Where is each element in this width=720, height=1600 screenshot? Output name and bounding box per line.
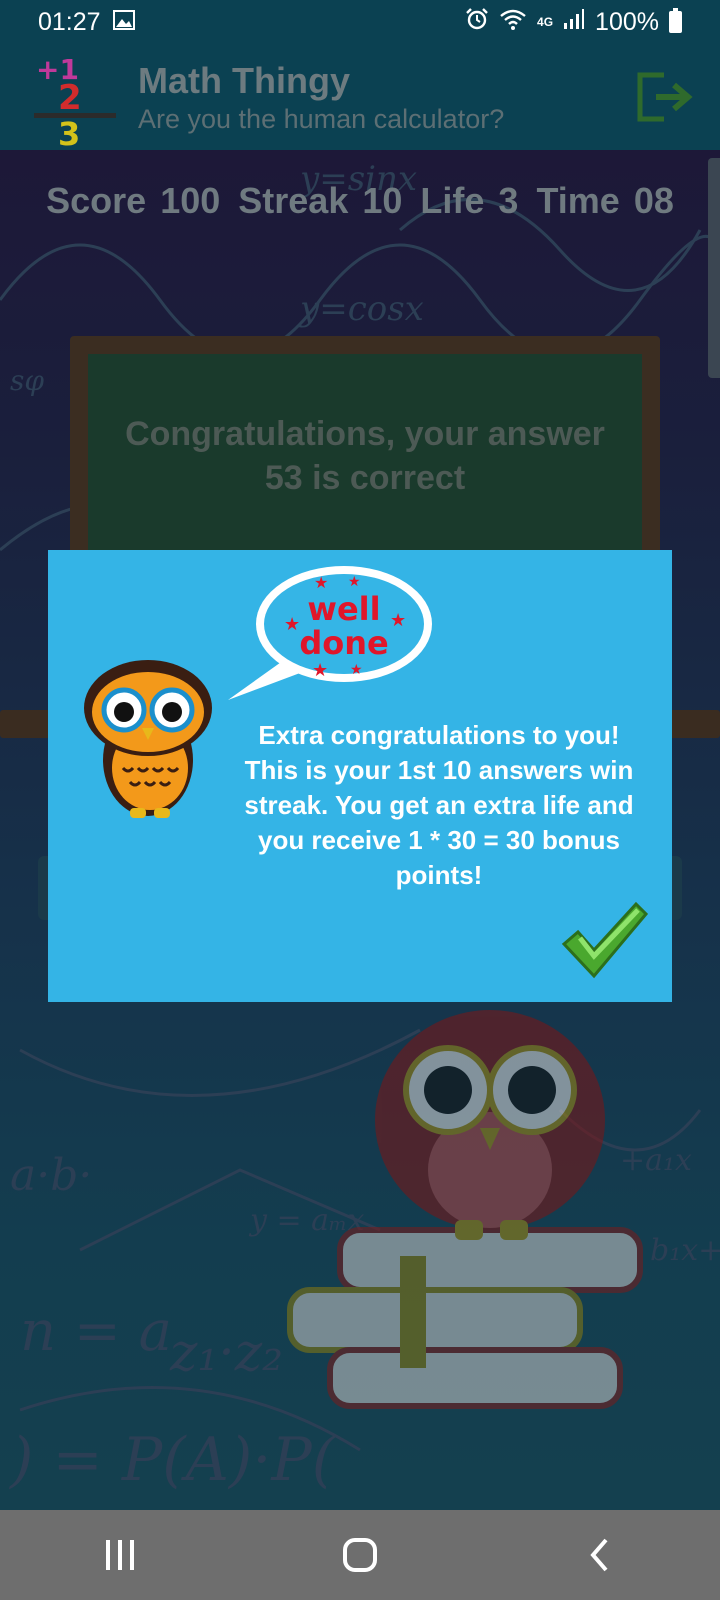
svg-text:n = a: n = a: [20, 1299, 172, 1364]
alarm-icon: [465, 7, 489, 38]
status-bar: 01:27 4G 100%: [0, 0, 720, 44]
confirm-button[interactable]: [558, 898, 649, 980]
svg-text:★: ★: [314, 573, 328, 592]
svg-text:z₁·z₂: z₁·z₂: [169, 1323, 283, 1383]
svg-text:b₁x+: b₁x+: [650, 1233, 720, 1268]
svg-text:y=cosx: y=cosx: [298, 289, 424, 329]
svg-text:★: ★: [390, 610, 406, 631]
svg-text:) = P(A)·P(: ) = P(A)·P(: [8, 1425, 337, 1495]
stats-row: Score 100 Streak 10 Life 3 Time 08: [0, 180, 720, 222]
svg-text:well: well: [307, 590, 380, 628]
result-line-2: 53 is correct: [264, 459, 466, 497]
app-bar: +1 2 3 Math Thingy Are you the human cal…: [0, 44, 720, 153]
home-icon: [343, 1538, 377, 1572]
svg-text:2: 2: [58, 78, 82, 118]
checkmark-icon: [561, 901, 649, 979]
svg-text:sφ: sφ: [10, 364, 44, 397]
streak-value: 10: [362, 180, 403, 221]
owl-on-books-illustration: [287, 1010, 643, 1409]
streak-dialog: well done ★ ★ ★ ★ ★ ★ Extra congratulati…: [48, 550, 672, 1002]
battery-icon: [669, 8, 682, 33]
result-line-1: Congratulations, your answer: [125, 415, 605, 453]
svg-text:3: 3: [58, 115, 80, 147]
life-label: Life: [420, 180, 485, 221]
back-icon: [590, 1538, 608, 1572]
streak-line-4: you receive 1 * 30 = 30 bonus: [257, 825, 621, 855]
status-time: 01:27: [38, 7, 101, 36]
streak-line-2: This is your 1st 10 answers win: [244, 755, 634, 785]
signal-icon: [563, 8, 585, 37]
exit-icon: [637, 72, 693, 122]
exit-button[interactable]: [634, 69, 698, 125]
back-button[interactable]: [570, 1525, 630, 1585]
image-icon: [112, 8, 135, 37]
network-type: 4G: [537, 15, 554, 29]
svg-text:★: ★: [348, 574, 361, 590]
svg-text:★: ★: [312, 660, 328, 681]
streak-message: Extra congratulations to you! This is yo…: [218, 718, 660, 893]
app-title: Math Thingy: [138, 59, 350, 101]
app-logo: +1 2 3: [28, 47, 128, 153]
streak-line-3: streak. You get an extra life and: [244, 790, 634, 820]
score-value: 100: [160, 180, 221, 221]
streak-line-5: points!: [395, 860, 483, 890]
svg-text:★: ★: [284, 614, 300, 635]
streak-line-1: Extra congratulations to you!: [258, 720, 620, 750]
streak-label: Streak: [238, 180, 349, 221]
battery-percent: 100%: [595, 7, 659, 36]
result-message: Congratulations, your answer 53 is corre…: [88, 412, 642, 500]
svg-text:a·b·: a·b·: [10, 1150, 92, 1201]
home-button[interactable]: [330, 1525, 390, 1585]
app-subtitle: Are you the human calculator?: [138, 103, 505, 134]
score-label: Score: [46, 180, 147, 221]
time-value: 08: [633, 180, 674, 221]
time-label: Time: [536, 180, 620, 221]
recent-apps-button[interactable]: [90, 1525, 150, 1585]
recent-apps-icon: [106, 1540, 134, 1570]
svg-text:done: done: [299, 624, 388, 662]
svg-text:★: ★: [350, 662, 363, 678]
life-value: 3: [498, 180, 519, 221]
wifi-icon: [499, 7, 527, 38]
system-nav-bar: [0, 1510, 720, 1600]
